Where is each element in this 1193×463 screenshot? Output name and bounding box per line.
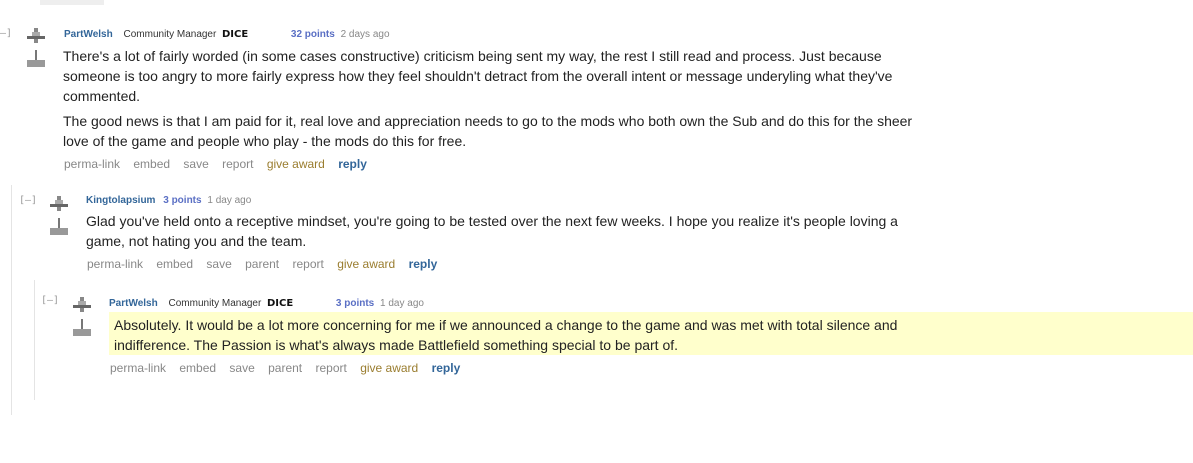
comment-paragraph: The good news is that I am paid for it, … xyxy=(63,113,913,149)
author-link[interactable]: PartWelsh xyxy=(109,298,158,309)
timestamp[interactable]: 1 day ago xyxy=(380,298,424,309)
report-link[interactable]: report xyxy=(222,157,253,171)
author-link[interactable]: Kingtolapsium xyxy=(86,195,155,206)
embed-link[interactable]: embed xyxy=(179,361,216,375)
report-link[interactable]: report xyxy=(292,257,323,271)
permalink-link[interactable]: perma-link xyxy=(64,157,120,171)
svg-text:DICE: DICE xyxy=(222,29,248,38)
embed-link[interactable]: embed xyxy=(133,157,170,171)
thread-line xyxy=(11,185,12,415)
user-flair: Community Manager xyxy=(123,29,217,40)
score: 32 points xyxy=(290,29,335,40)
reply-link[interactable]: reply xyxy=(338,157,367,171)
snoo-soldier-avatar-icon xyxy=(50,196,68,235)
author-link[interactable]: PartWelsh xyxy=(64,29,113,40)
parent-link[interactable]: parent xyxy=(245,257,279,271)
collapse-toggle[interactable]: [–] xyxy=(41,295,59,306)
comment-body: There's a lot of fairly worded (in some … xyxy=(63,46,913,156)
top-bar-fragment xyxy=(40,0,104,5)
comment-tagline: PartWelsh Community Manager DICE 3 point… xyxy=(109,297,424,309)
comment-buttons: perma-link embed save parent report give… xyxy=(87,257,447,271)
comment-buttons: perma-link embed save parent report give… xyxy=(110,361,470,375)
comment-tagline: PartWelsh Community Manager DICE 32 poin… xyxy=(64,28,390,40)
comment-paragraph: There's a lot of fairly worded (in some … xyxy=(63,48,893,104)
comment-body: Glad you've held onto a receptive mindse… xyxy=(86,211,916,256)
give-award-link[interactable]: give award xyxy=(267,157,325,171)
comment-body-highlighted: Absolutely. It would be a lot more conce… xyxy=(109,312,1193,355)
parent-link[interactable]: parent xyxy=(268,361,302,375)
reply-link[interactable]: reply xyxy=(432,361,461,375)
collapse-toggle[interactable]: [–] xyxy=(0,28,12,39)
timestamp[interactable]: 2 days ago xyxy=(341,29,390,40)
score: 3 points xyxy=(335,298,375,309)
reply-link[interactable]: reply xyxy=(409,257,438,271)
save-link[interactable]: save xyxy=(183,157,208,171)
thread-line xyxy=(34,280,35,400)
comment-buttons: perma-link embed save report give award … xyxy=(64,157,377,171)
save-link[interactable]: save xyxy=(206,257,231,271)
save-link[interactable]: save xyxy=(229,361,254,375)
give-award-link[interactable]: give award xyxy=(360,361,418,375)
dice-logo-icon: DICE xyxy=(267,298,293,307)
comment-paragraph: Absolutely. It would be a lot more conce… xyxy=(114,317,898,353)
give-award-link[interactable]: give award xyxy=(337,257,395,271)
permalink-link[interactable]: perma-link xyxy=(110,361,166,375)
snoo-soldier-avatar-icon xyxy=(27,28,45,67)
timestamp[interactable]: 1 day ago xyxy=(207,195,251,206)
score: 3 points xyxy=(163,195,202,206)
snoo-soldier-avatar-icon xyxy=(73,297,91,336)
svg-text:DICE: DICE xyxy=(267,298,293,307)
collapse-toggle[interactable]: [–] xyxy=(19,195,37,206)
comment-paragraph: Glad you've held onto a receptive mindse… xyxy=(86,213,898,249)
comment-tagline: Kingtolapsium 3 points 1 day ago xyxy=(86,195,251,206)
user-flair: Community Manager xyxy=(168,298,262,309)
dice-logo-icon: DICE xyxy=(222,29,248,38)
permalink-link[interactable]: perma-link xyxy=(87,257,143,271)
embed-link[interactable]: embed xyxy=(156,257,193,271)
report-link[interactable]: report xyxy=(315,361,346,375)
